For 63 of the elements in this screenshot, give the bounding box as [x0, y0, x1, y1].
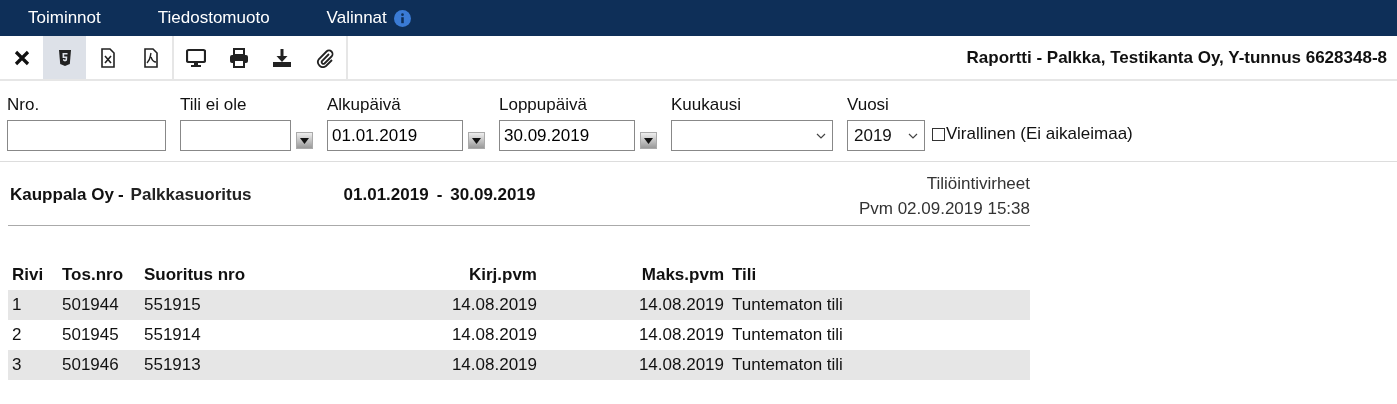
table-cell: 551915: [140, 290, 318, 320]
caret-icon: [644, 137, 653, 144]
table-cell: 14.08.2019: [318, 320, 541, 350]
menu-item[interactable]: Tiedostomuoto: [157, 8, 270, 28]
info-icon[interactable]: [393, 9, 411, 27]
company-name: Kauppala Oy: [10, 185, 114, 205]
field-label: Kuukausi: [671, 95, 742, 115]
report-title: Raportti - Palkka, Testikanta Oy, Y-tunnus 6628348-8: [966, 47, 1388, 68]
table-cell: 551913: [140, 350, 318, 380]
table-cell: 3: [8, 350, 58, 380]
table-cell: Tuntematon tili: [728, 290, 1030, 320]
table-cell: 501944: [58, 290, 140, 320]
caret-icon: [300, 137, 309, 144]
report-name: Tiliöintivirheet: [925, 174, 1030, 194]
column-header: Maks.pvm: [541, 260, 728, 290]
table-cell: Tuntematon tili: [728, 350, 1030, 380]
caret-icon: [472, 137, 481, 144]
menu-item[interactable]: Toiminnot: [28, 8, 101, 28]
field-label: Tili ei ole: [180, 95, 248, 115]
field-label: Nro.: [7, 95, 41, 115]
paperclip-icon: [314, 47, 335, 68]
table-cell: 551914: [140, 320, 318, 350]
input-field[interactable]: [180, 120, 291, 151]
separator-text: -: [117, 185, 124, 205]
download-icon: [271, 47, 292, 68]
column-header: Suoritus nro: [140, 260, 318, 290]
end-date: 30.09.2019: [450, 185, 536, 205]
table-cell: 14.08.2019: [541, 350, 728, 380]
column-header: Kirj.pvm: [318, 260, 541, 290]
printer-icon: [228, 47, 249, 68]
dropdown-button[interactable]: [296, 132, 313, 149]
table-cell: 501945: [58, 320, 140, 350]
field-label: Vuosi: [847, 95, 890, 115]
official-checkbox[interactable]: Virallinen (Ei aikaleimaa): [932, 124, 1133, 144]
report-type: Palkkasuoritus: [130, 185, 252, 205]
dropdown-button[interactable]: [640, 132, 657, 149]
field-label: Loppupäivä: [499, 95, 588, 115]
start-date: 01.01.2019: [343, 185, 429, 205]
table-cell: 14.08.2019: [318, 350, 541, 380]
monitor-icon: [185, 47, 206, 68]
print-date: Pvm 02.09.2019 15:38: [858, 199, 1030, 219]
chevron-icon: [816, 132, 826, 139]
column-header: Tili: [728, 260, 1030, 290]
table-cell: 14.08.2019: [541, 320, 728, 350]
table-cell: 2: [8, 320, 58, 350]
column-header: Tos.nro: [58, 260, 140, 290]
input-field[interactable]: 30.09.2019: [499, 120, 635, 151]
menu-item[interactable]: Valinnat: [326, 8, 411, 28]
input-field[interactable]: 01.01.2019: [327, 120, 463, 151]
select-field[interactable]: [671, 120, 833, 151]
chevron-icon: [908, 132, 918, 139]
table-cell: Tuntematon tili: [728, 320, 1030, 350]
input-field[interactable]: [7, 120, 166, 151]
table-cell: 14.08.2019: [541, 290, 728, 320]
field-label: Alkupäivä: [327, 95, 402, 115]
column-header: Rivi: [8, 260, 58, 290]
table-cell: 501946: [58, 350, 140, 380]
table-cell: 1: [8, 290, 58, 320]
select-field[interactable]: 2019: [847, 120, 925, 151]
dropdown-button[interactable]: [468, 132, 485, 149]
table-cell: 14.08.2019: [318, 290, 541, 320]
separator-text: -: [436, 185, 443, 205]
toolbar-button[interactable]: [43, 36, 86, 79]
